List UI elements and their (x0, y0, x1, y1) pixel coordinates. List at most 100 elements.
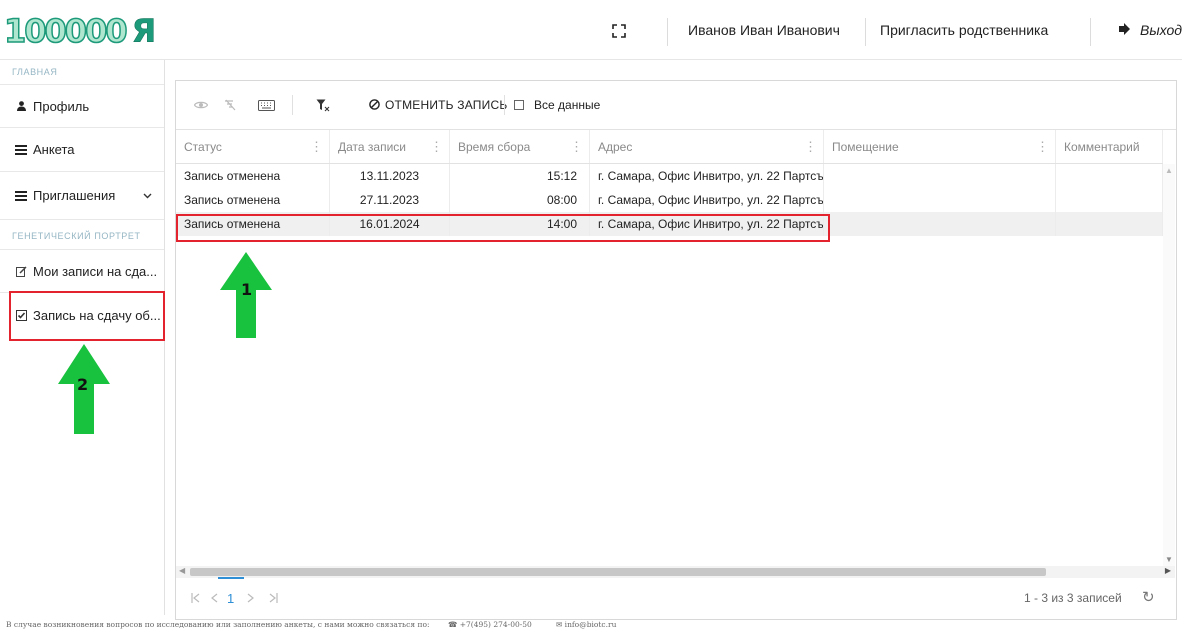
checkbox-unchecked-icon (514, 100, 524, 110)
cell-comment (1056, 212, 1163, 236)
column-header-date[interactable]: Дата записи ⋮ (330, 130, 450, 163)
chevron-down-icon (143, 190, 152, 202)
header-divider (1090, 18, 1091, 46)
sidebar-item-label: Анкета (33, 142, 75, 157)
table-row[interactable]: Запись отменена 13.11.2023 15:12 г. Сама… (176, 164, 1163, 188)
column-header-label: Помещение (832, 139, 899, 154)
cell-room (824, 212, 1056, 236)
fullscreen-icon[interactable] (612, 24, 628, 40)
cell-time: 08:00 (450, 188, 590, 212)
refresh-icon[interactable]: ↻ (1142, 588, 1155, 606)
column-header-label: Время сбора (458, 139, 531, 154)
column-header-comment[interactable]: Комментарий (1056, 130, 1163, 163)
cell-time: 15:12 (450, 164, 590, 188)
all-data-checkbox[interactable]: Все данные (514, 95, 600, 115)
sidebar-item-questionnaire[interactable]: Анкета (0, 128, 164, 172)
logo-digits: 100000 (3, 11, 128, 51)
keyboard-icon[interactable] (258, 95, 275, 115)
logout-label: Выход (1140, 22, 1182, 38)
annotation-label-2: 2 (77, 375, 88, 394)
column-menu-icon[interactable]: ⋮ (1036, 139, 1049, 155)
column-menu-icon[interactable]: ⋮ (570, 139, 583, 155)
column-header-room[interactable]: Помещение ⋮ (824, 130, 1056, 163)
grid-header: Статус ⋮ Дата записи ⋮ Время сбора ⋮ Адрес ⋮… (176, 130, 1163, 164)
sidebar-item-profile[interactable]: Профиль (0, 84, 164, 128)
header-divider (667, 18, 668, 46)
phone-contact[interactable]: ☎ +7(495) 274-00-50 (448, 620, 532, 629)
logout-button[interactable]: Выход (1118, 0, 1182, 60)
scroll-left-icon[interactable]: ◀ (179, 566, 185, 575)
last-page-icon[interactable] (269, 591, 278, 606)
table-row[interactable]: Запись отменена 27.11.2023 08:00 г. Сама… (176, 188, 1163, 212)
first-page-icon[interactable] (191, 591, 200, 606)
next-page-icon[interactable] (247, 591, 254, 606)
email-contact[interactable]: ✉ info@biotc.ru (556, 620, 616, 629)
annotation-label-1: 1 (241, 280, 252, 299)
column-menu-icon[interactable]: ⋮ (310, 139, 323, 155)
record-count: 1 - 3 из 3 записей (1024, 591, 1122, 605)
column-header-label: Дата записи (338, 139, 406, 154)
scrollbar-thumb[interactable] (190, 568, 1046, 576)
column-menu-icon[interactable]: ⋮ (804, 139, 817, 155)
sort-clear-icon[interactable] (224, 95, 236, 115)
cancel-appointment-button[interactable]: ОТМЕНИТЬ ЗАПИСЬ (369, 95, 507, 115)
cell-address: г. Самара, Офис Инвитро, ул. 22 Партсъез (590, 188, 824, 212)
toolbar-divider (504, 95, 505, 115)
edit-icon (14, 265, 28, 277)
logout-icon (1118, 22, 1132, 38)
annotation-arrow-2: 2 (58, 344, 110, 434)
scroll-down-icon[interactable]: ▼ (1165, 555, 1173, 564)
cancel-appointment-label: ОТМЕНИТЬ ЗАПИСЬ (385, 98, 508, 112)
header-divider (865, 18, 866, 46)
scroll-right-icon[interactable]: ▶ (1165, 566, 1171, 575)
annotation-arrow-1: 1 (220, 252, 272, 338)
cell-status: Запись отменена (176, 164, 330, 188)
cell-date: 27.11.2023 (330, 188, 450, 212)
cell-date: 13.11.2023 (330, 164, 450, 188)
cell-room (824, 188, 1056, 212)
page-number-current[interactable]: 1 (227, 591, 234, 606)
cell-comment (1056, 188, 1163, 212)
records-panel: ОТМЕНИТЬ ЗАПИСЬ Все данные Статус ⋮ Дата … (175, 80, 1177, 620)
sidebar-section-genetic: ГЕНЕТИЧЕСКИЙ ПОРТРЕТ (12, 231, 141, 241)
prev-page-icon[interactable] (211, 591, 218, 606)
list-icon (14, 144, 28, 155)
user-name[interactable]: Иванов Иван Иванович (688, 0, 840, 60)
highlight-selected-row (176, 214, 830, 242)
footer: В случае возникновения вопросов по иссле… (0, 617, 1182, 630)
phone-number: +7(495) 274-00-50 (459, 620, 532, 629)
sidebar-item-my-appointments[interactable]: Мои записи на сда... (0, 249, 164, 293)
vertical-scrollbar[interactable]: ▲ ▼ (1163, 164, 1175, 566)
logo[interactable]: 100000 Я (3, 11, 157, 51)
active-page-indicator (218, 577, 244, 579)
column-header-label: Статус (184, 139, 222, 154)
eye-icon[interactable] (194, 95, 208, 115)
column-header-time[interactable]: Время сбора ⋮ (450, 130, 590, 163)
column-header-address[interactable]: Адрес ⋮ (590, 130, 824, 163)
column-menu-icon[interactable]: ⋮ (430, 139, 443, 155)
invite-relative-button[interactable]: Пригласить родственника (880, 0, 1048, 60)
column-header-label: Комментарий (1064, 139, 1140, 154)
grid-toolbar: ОТМЕНИТЬ ЗАПИСЬ Все данные (176, 81, 1176, 130)
sidebar-item-invitations[interactable]: Приглашения (0, 172, 164, 220)
app-header: 100000 Я Иванов Иван Иванович Пригласить… (0, 0, 1182, 60)
sidebar-item-label: Приглашения (33, 188, 116, 203)
list-icon (14, 190, 28, 201)
column-header-status[interactable]: Статус ⋮ (176, 130, 330, 163)
sidebar-section-main: ГЛАВНАЯ (12, 67, 58, 77)
user-icon (14, 101, 28, 111)
filter-clear-icon[interactable] (316, 95, 330, 115)
highlight-sidebar-item (9, 291, 165, 341)
cell-status: Запись отменена (176, 188, 330, 212)
toolbar-divider (292, 95, 293, 115)
scroll-up-icon[interactable]: ▲ (1165, 166, 1173, 175)
column-header-label: Адрес (598, 139, 633, 154)
email-address: info@biotc.ru (564, 620, 617, 629)
cell-address: г. Самара, Офис Инвитро, ул. 22 Партсъез (590, 164, 824, 188)
footer-text: В случае возникновения вопросов по иссле… (6, 620, 430, 629)
cell-comment (1056, 164, 1163, 188)
all-data-label: Все данные (534, 98, 601, 112)
cell-room (824, 164, 1056, 188)
horizontal-scrollbar[interactable]: ◀ ▶ (176, 566, 1175, 578)
logo-letter: Я (131, 12, 157, 51)
